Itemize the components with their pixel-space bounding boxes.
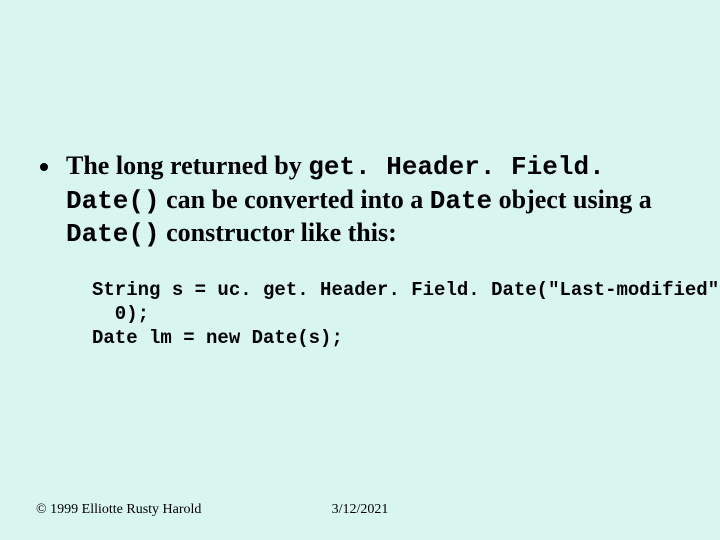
footer-date: 3/12/2021 bbox=[36, 502, 684, 518]
bullet-item: The long returned by get. Header. Field.… bbox=[62, 150, 684, 251]
bullet-code-3: Date() bbox=[66, 219, 160, 249]
slide: The long returned by get. Header. Field.… bbox=[0, 0, 720, 540]
bullet-text-3: object using a bbox=[492, 185, 652, 214]
bullet-code-2: Date bbox=[430, 186, 492, 216]
code-block: String s = uc. get. Header. Field. Date(… bbox=[92, 279, 684, 350]
bullet-text-1: The long returned by bbox=[66, 151, 308, 180]
bullet-text-4: constructor like this: bbox=[160, 218, 397, 247]
bullet-list: The long returned by get. Header. Field.… bbox=[36, 150, 684, 251]
bullet-text-2: can be converted into a bbox=[160, 185, 430, 214]
